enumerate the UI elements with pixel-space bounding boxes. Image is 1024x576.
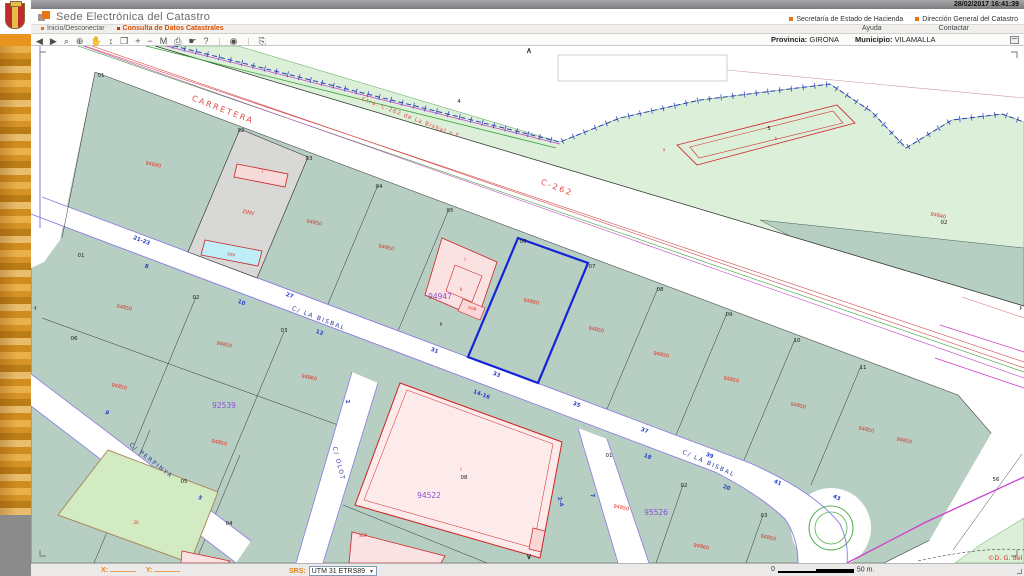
y-label: Y: bbox=[146, 567, 152, 574]
menu-right: Ayuda Contactar bbox=[862, 25, 1024, 33]
map-label-pn: 06 bbox=[520, 239, 527, 245]
map-label-tiny: SOP bbox=[359, 533, 368, 538]
menu-inicio-desconectar[interactable]: Inicio/Desconectar bbox=[41, 25, 105, 33]
map-label-pn: 03 bbox=[306, 156, 313, 162]
datetime: 28/02/2017 16:41:39 bbox=[954, 1, 1019, 8]
map-label-pn: 02 bbox=[681, 483, 688, 489]
x-value-blank bbox=[110, 571, 136, 572]
top-bar: 28/02/2017 16:41:39 bbox=[31, 0, 1024, 9]
photo-strip-footer bbox=[0, 515, 31, 576]
coordinate-readout: X: Y: bbox=[101, 567, 188, 574]
bullet-icon bbox=[789, 17, 793, 21]
location-indicator: Provincia: GIRONA Municipio: VILAMALLA bbox=[771, 34, 950, 46]
toolbar-tools: ◀▶⌕⊕✋↕❒+−M⎙☛?|◉|⎘ bbox=[36, 34, 273, 46]
city-photo-strip bbox=[0, 46, 31, 515]
menu-bar: Inicio/Desconectar Consulta de Datos Cat… bbox=[31, 24, 1024, 34]
map-label-pn: 56 bbox=[993, 477, 1000, 483]
map-label-pn: 03 bbox=[761, 513, 768, 519]
map-label-tiny: II bbox=[460, 287, 462, 292]
map-container: CARRETERACtra. C-262 de La Bisbal a FC-2… bbox=[31, 46, 1024, 563]
map-label-tiny: b bbox=[775, 136, 778, 141]
link-catastro[interactable]: Dirección General del Catastro bbox=[922, 16, 1018, 23]
application-window: 28/02/2017 16:41:39 Sede Electrónica del… bbox=[0, 0, 1024, 576]
map-label-pn: 05 bbox=[181, 479, 188, 485]
map-label-pn: 11 bbox=[860, 365, 867, 371]
map-label-pn: 01 bbox=[98, 73, 105, 79]
scale-bar-graphic bbox=[778, 566, 854, 573]
pan-left-arrow[interactable]: ‹ bbox=[34, 304, 37, 312]
org-links: Secretaría de Estado de Hacienda Direcci… bbox=[779, 16, 1018, 23]
srs-select[interactable]: UTM 31 ETRS89▼ bbox=[309, 566, 377, 576]
bullet-icon bbox=[915, 17, 919, 21]
srs-label: SRS: bbox=[289, 568, 306, 575]
map-label-pn: 5 bbox=[767, 126, 771, 132]
map-label-pn: 03 bbox=[281, 328, 288, 334]
app-title: Sede Electrónica del Catastro bbox=[56, 11, 210, 23]
spain-coat-of-arms bbox=[0, 0, 31, 34]
municipality-label: Municipio: bbox=[855, 35, 893, 44]
map-label-blk: 94522 bbox=[417, 491, 441, 500]
map-label-pn: 4 bbox=[457, 99, 461, 105]
map-label-pn: 08 bbox=[657, 287, 664, 293]
chevron-down-icon: ▼ bbox=[369, 568, 374, 576]
srs-control: SRS:UTM 31 ETRS89▼ bbox=[289, 566, 377, 576]
map-label-tiny: I bbox=[460, 467, 461, 472]
map-label-pn: 07 bbox=[589, 264, 596, 270]
orange-bar bbox=[0, 34, 31, 46]
brand-row: Sede Electrónica del Catastro Secretaría… bbox=[31, 9, 1024, 24]
menu-contactar[interactable]: Contactar bbox=[939, 25, 969, 33]
left-photo-strip bbox=[0, 0, 31, 576]
menu-consulta-datos[interactable]: Consulta de Datos Catastrales bbox=[117, 25, 224, 33]
map-label-pn: 02 bbox=[193, 295, 200, 301]
map-label-pn: 02 bbox=[238, 128, 245, 134]
map-label-pn: 06 bbox=[71, 336, 78, 342]
map-label-pn: 08 bbox=[461, 475, 468, 481]
map-label-blk: 94947 bbox=[428, 292, 452, 301]
map-label-pn: 04 bbox=[376, 184, 383, 190]
map-label-pn: 04 bbox=[226, 521, 233, 527]
pan-down-arrow[interactable]: ∨ bbox=[526, 553, 532, 561]
map-label-copy: ©D. G. del Catastro bbox=[988, 554, 1024, 562]
province-label: Provincia: bbox=[771, 35, 807, 44]
pan-up-arrow[interactable]: ∧ bbox=[526, 47, 532, 55]
map-canvas[interactable]: CARRETERACtra. C-262 de La Bisbal a FC-2… bbox=[31, 46, 1024, 563]
map-label-tiny: 20 bbox=[133, 520, 139, 525]
scale-zero: 0 bbox=[771, 566, 775, 573]
map-label-pn: 05 bbox=[447, 208, 454, 214]
province-value: GIRONA bbox=[809, 35, 839, 44]
pan-right-arrow[interactable]: › bbox=[1019, 304, 1022, 312]
y-value-blank bbox=[154, 571, 180, 572]
status-bar: X: Y: SRS:UTM 31 ETRS89▼ 0 50 m. bbox=[31, 563, 1024, 576]
bullet-icon bbox=[41, 27, 44, 30]
menu-ayuda[interactable]: Ayuda bbox=[862, 25, 882, 33]
scale-distance: 50 m. bbox=[857, 566, 875, 573]
map-label-blk: 95526 bbox=[644, 508, 668, 517]
map-label-pn: 01 bbox=[78, 253, 85, 259]
map-label-pn: 09 bbox=[726, 312, 733, 318]
map-label-pn: 01 bbox=[606, 453, 613, 459]
map-label-blk: 92539 bbox=[212, 401, 236, 410]
map-label-pn: 10 bbox=[794, 338, 801, 344]
map-toolbar: ◀▶⌕⊕✋↕❒+−M⎙☛?|◉|⎘ Provincia: GIRONA Muni… bbox=[31, 34, 1024, 46]
x-label: X: bbox=[101, 567, 108, 574]
link-hacienda[interactable]: Secretaría de Estado de Hacienda bbox=[796, 16, 903, 23]
shield-icon bbox=[5, 3, 25, 29]
catastro-logo-icon bbox=[38, 11, 50, 22]
scale-bar: 0 50 m. bbox=[771, 566, 874, 573]
map-label-tiny: I bbox=[464, 257, 465, 262]
resize-corner bbox=[1017, 569, 1022, 574]
bullet-icon bbox=[117, 27, 120, 30]
map-label-pn: 02 bbox=[941, 220, 948, 226]
detach-window-icon[interactable] bbox=[1010, 36, 1019, 44]
municipality-value: VILAMALLA bbox=[895, 35, 936, 44]
